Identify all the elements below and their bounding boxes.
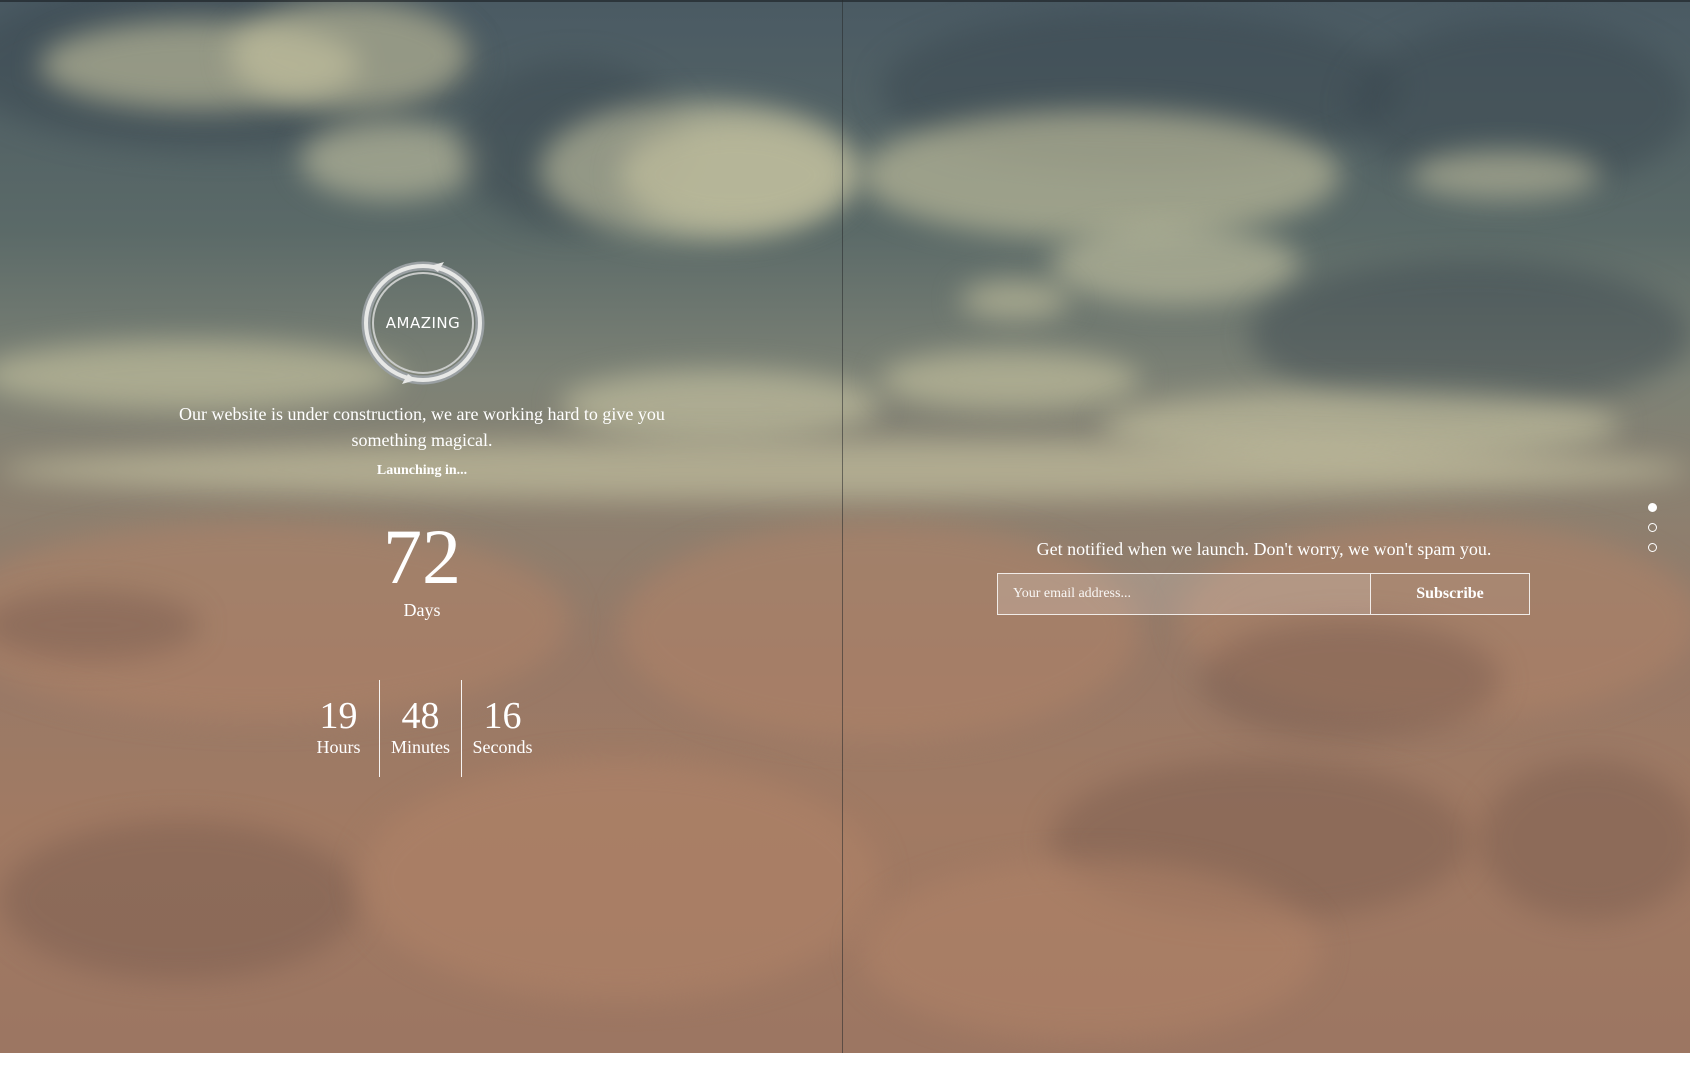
countdown-minutes: 48 Minutes bbox=[380, 680, 461, 777]
pagination-dot-3[interactable] bbox=[1648, 543, 1657, 552]
countdown-seconds-label: Seconds bbox=[472, 737, 533, 757]
cloud-layer bbox=[0, 0, 1690, 1053]
pagination-dot-1[interactable] bbox=[1648, 503, 1657, 512]
countdown-hours: 19 Hours bbox=[298, 680, 379, 777]
panel-divider bbox=[842, 0, 843, 1053]
top-edge-line bbox=[0, 0, 1690, 2]
notify-message: Get notified when we launch. Don't worry… bbox=[1036, 539, 1492, 559]
subscribe-button[interactable]: Subscribe bbox=[1370, 574, 1529, 614]
pagination-dot-2[interactable] bbox=[1648, 523, 1657, 532]
countdown-seconds: 16 Seconds bbox=[462, 680, 543, 777]
construction-message: Our website is under construction, we ar… bbox=[179, 404, 665, 450]
logo-text: AMAZING bbox=[385, 314, 461, 332]
countdown-hours-label: Hours bbox=[316, 737, 361, 757]
countdown-hours-value: 19 bbox=[319, 695, 358, 737]
countdown-timer: 19 Hours 48 Minutes 16 Seconds bbox=[298, 680, 543, 777]
countdown-days-value: 72 bbox=[383, 513, 461, 600]
page-footer-blank bbox=[0, 1053, 1690, 1066]
subscribe-form: Subscribe bbox=[997, 573, 1530, 615]
email-input[interactable] bbox=[998, 574, 1370, 614]
countdown-minutes-label: Minutes bbox=[390, 737, 450, 757]
background-sky: AMAZING Our website is under constructio… bbox=[0, 0, 1690, 1053]
logo: AMAZING bbox=[358, 258, 488, 388]
countdown-days-label: Days bbox=[403, 600, 441, 620]
countdown-minutes-value: 48 bbox=[401, 695, 440, 737]
countdown-seconds-value: 16 bbox=[483, 695, 522, 737]
section-pagination bbox=[1648, 503, 1660, 563]
launching-label: Launching in... bbox=[376, 463, 468, 478]
